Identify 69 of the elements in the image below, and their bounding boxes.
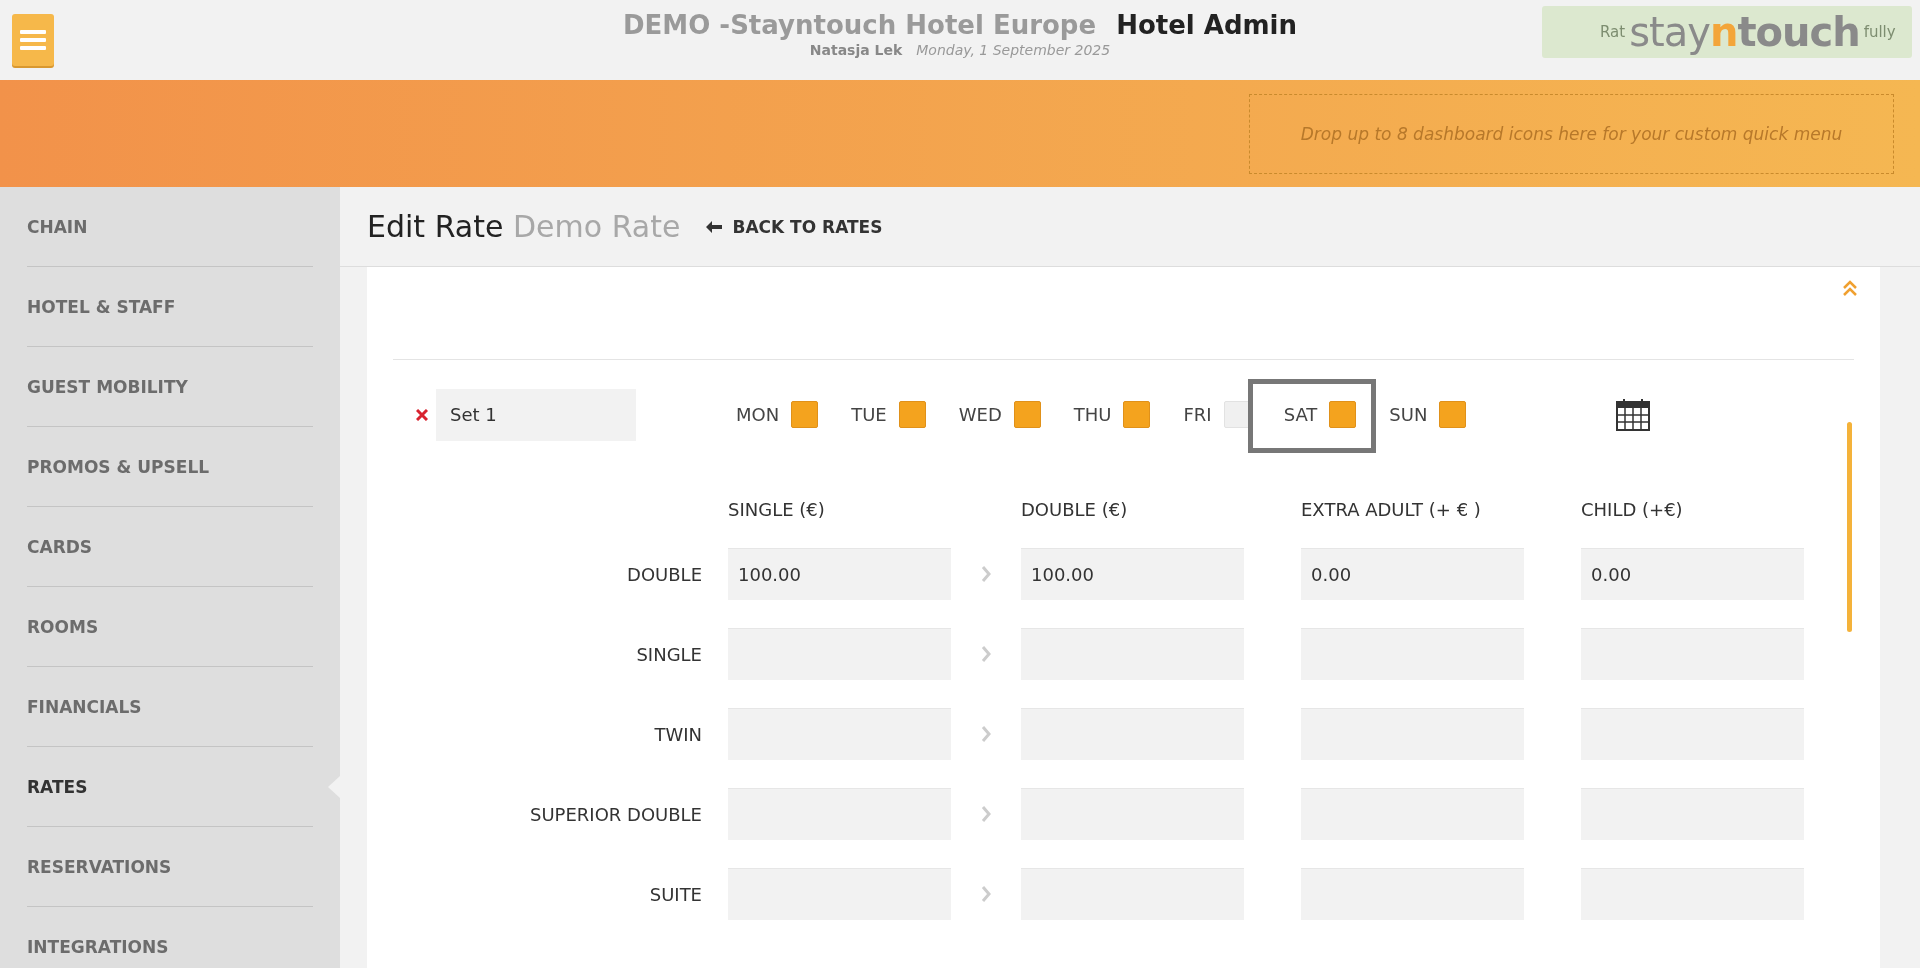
day-checkbox[interactable] xyxy=(1329,401,1357,428)
rate-field[interactable] xyxy=(728,628,951,680)
sidebar-item[interactable]: CARDS xyxy=(27,507,313,586)
rate-field[interactable] xyxy=(1581,628,1804,680)
toast-message-end: fully xyxy=(1863,23,1896,41)
rate-field[interactable]: 0.00 xyxy=(1581,548,1804,600)
rate-field[interactable] xyxy=(1301,708,1524,760)
remove-icon[interactable] xyxy=(416,408,428,421)
rate-field[interactable] xyxy=(728,788,951,840)
rate-field[interactable] xyxy=(1301,628,1524,680)
room-type: TWIN xyxy=(653,723,703,745)
sidebar-item[interactable]: INTEGRATIONS xyxy=(27,907,313,968)
day-label: THU xyxy=(1073,404,1112,425)
day-checkbox[interactable] xyxy=(898,401,926,428)
calendar-icon[interactable] xyxy=(1616,398,1651,431)
day-checkbox[interactable] xyxy=(791,401,819,428)
toast-message-start: Rat xyxy=(1600,23,1626,41)
day-checkbox[interactable] xyxy=(1439,401,1467,428)
room-type: DOUBLE xyxy=(626,563,703,585)
menu-icon xyxy=(20,29,46,51)
back-arrow-icon xyxy=(706,220,723,233)
sidebar-item[interactable]: HOTEL & STAFF xyxy=(27,267,313,346)
hotel-name: DEMO -Stayntouch Hotel Europe xyxy=(622,10,1097,40)
day-label: TUE xyxy=(851,404,887,425)
rate-field[interactable]: 100.00 xyxy=(728,548,951,600)
rate-field[interactable] xyxy=(1021,868,1244,920)
sidebar-item[interactable]: FINANCIALS xyxy=(27,667,313,746)
column-header: CHILD (+€) xyxy=(1581,499,1684,520)
rate-field[interactable] xyxy=(1581,868,1804,920)
app-title: Hotel Admin xyxy=(1116,10,1298,40)
day-checkbox[interactable] xyxy=(1013,401,1041,428)
back-link[interactable]: BACK TO RATES xyxy=(706,216,883,237)
day-label: SAT xyxy=(1283,404,1318,425)
room-type: SUPERIOR DOUBLE xyxy=(529,803,703,825)
business-date: Monday, 1 September 2025 xyxy=(916,42,1111,58)
sidebar-item[interactable]: GUEST MOBILITY xyxy=(27,347,313,426)
day-checkbox[interactable] xyxy=(1123,401,1151,428)
rate-field[interactable] xyxy=(1021,708,1244,760)
sidebar-item[interactable]: RATES xyxy=(27,747,313,826)
column-header: DOUBLE (€) xyxy=(1021,499,1129,520)
rate-field[interactable]: 100.00 xyxy=(1021,548,1244,600)
rate-field[interactable] xyxy=(1301,788,1524,840)
rate-field[interactable] xyxy=(1581,788,1804,840)
day-label: MON xyxy=(736,404,780,425)
room-type: SINGLE xyxy=(635,643,703,665)
day-label: FRI xyxy=(1183,404,1212,425)
column-header: EXTRA ADULT (+ € ) xyxy=(1301,499,1482,520)
rate-field[interactable] xyxy=(728,708,951,760)
column-header: SINGLE (€) xyxy=(728,499,826,520)
sidebar-item[interactable]: CHAIN xyxy=(27,187,313,266)
sidebar-item[interactable]: PROMOS & UPSELL xyxy=(27,427,313,506)
scrollbar[interactable] xyxy=(1847,422,1852,632)
rate-field[interactable] xyxy=(1301,868,1524,920)
page-title: Edit Rate xyxy=(367,209,504,244)
day-label: WED xyxy=(958,404,1002,425)
room-type: SUITE xyxy=(648,883,703,905)
menu-button[interactable] xyxy=(12,14,54,66)
rate-field[interactable] xyxy=(1021,628,1244,680)
sidebar-item[interactable]: ROOMS xyxy=(27,587,313,666)
rate-field[interactable]: 0.00 xyxy=(1301,548,1524,600)
day-label: SUN xyxy=(1389,404,1428,425)
rate-field[interactable] xyxy=(1021,788,1244,840)
rate-name: Demo Rate xyxy=(512,209,681,244)
set-name-field[interactable]: Set 1 xyxy=(436,388,636,441)
collapse-icon[interactable] xyxy=(1842,279,1858,297)
rate-field[interactable] xyxy=(1581,708,1804,760)
sidebar-item[interactable]: RESERVATIONS xyxy=(27,827,313,906)
user-name: Natasja Lek xyxy=(809,42,903,58)
rate-field[interactable] xyxy=(728,868,951,920)
